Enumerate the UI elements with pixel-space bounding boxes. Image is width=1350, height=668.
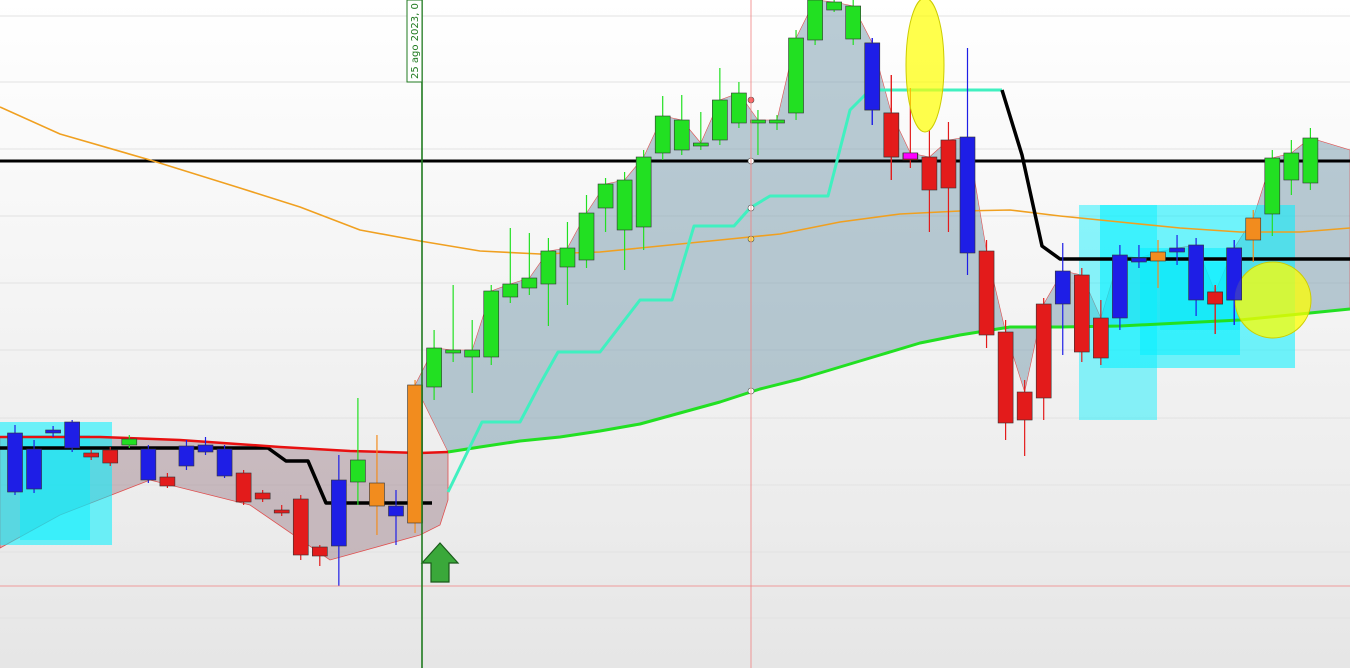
candle-body bbox=[1112, 254, 1128, 319]
candle-body bbox=[407, 384, 423, 524]
candle-body bbox=[483, 290, 500, 358]
candle-body bbox=[1169, 247, 1185, 253]
candle-body bbox=[331, 479, 347, 547]
candle-body bbox=[388, 505, 404, 517]
candle-body bbox=[1093, 317, 1109, 359]
candle-body bbox=[159, 476, 176, 487]
candle-body bbox=[464, 349, 481, 358]
candle-body bbox=[788, 37, 804, 114]
candle-body-magenta bbox=[903, 152, 918, 160]
highlight-ellipse bbox=[905, 0, 945, 133]
candle-body bbox=[692, 142, 709, 147]
candle-body bbox=[102, 449, 119, 464]
candle-body bbox=[731, 92, 747, 124]
candle bbox=[292, 495, 309, 560]
candle-body bbox=[1016, 391, 1033, 421]
candle-body bbox=[864, 42, 881, 111]
candle-body bbox=[502, 283, 519, 298]
candle-body bbox=[1245, 217, 1262, 241]
candle-body bbox=[559, 247, 576, 268]
candle-body bbox=[540, 250, 557, 285]
candle-body bbox=[826, 1, 842, 11]
candle-body bbox=[654, 115, 671, 154]
date-marker-label: 25 ago 2023, 0 bbox=[410, 3, 421, 79]
candle-body bbox=[807, 0, 823, 41]
candle-body bbox=[940, 139, 957, 189]
candle-body bbox=[1226, 247, 1242, 301]
candle-body bbox=[1264, 157, 1281, 215]
candle bbox=[997, 320, 1014, 440]
candlestick-chart[interactable]: 25 ago 2023, 0 bbox=[0, 0, 1350, 668]
candle-body bbox=[292, 498, 309, 556]
candle-body bbox=[616, 179, 633, 231]
candle-body bbox=[235, 472, 252, 503]
candle-body bbox=[578, 212, 595, 261]
candle bbox=[483, 285, 500, 365]
candle-body bbox=[1054, 270, 1071, 305]
candle-body bbox=[254, 492, 271, 500]
candle-body bbox=[83, 452, 99, 458]
candle bbox=[826, 0, 842, 12]
candle-body bbox=[921, 156, 938, 191]
candle-body bbox=[597, 183, 614, 209]
candle-body bbox=[216, 448, 233, 477]
candle-body bbox=[121, 438, 138, 446]
candle-body bbox=[750, 119, 766, 124]
candle bbox=[7, 425, 23, 495]
candle-body bbox=[369, 482, 385, 507]
candle-body bbox=[1302, 137, 1319, 184]
candle-body bbox=[45, 429, 61, 434]
candle-body bbox=[845, 5, 862, 40]
candle-body bbox=[959, 136, 976, 254]
candle-body bbox=[712, 99, 728, 141]
candle-body bbox=[197, 444, 214, 453]
candle-body bbox=[1207, 291, 1223, 305]
highlight-circle bbox=[1234, 261, 1312, 339]
candle-body bbox=[1150, 251, 1166, 262]
candle-body bbox=[178, 445, 195, 467]
candle-body bbox=[1131, 257, 1147, 263]
candle-body bbox=[426, 347, 442, 388]
candle bbox=[102, 447, 119, 466]
candle-body bbox=[635, 156, 652, 228]
candle bbox=[1112, 245, 1128, 330]
candle-body bbox=[1283, 152, 1300, 181]
candle-body bbox=[883, 112, 900, 158]
candle-body bbox=[273, 509, 290, 514]
candle-body bbox=[7, 432, 23, 493]
candle-body bbox=[521, 277, 538, 289]
candle bbox=[978, 240, 995, 348]
candle bbox=[216, 445, 233, 478]
candle-body bbox=[26, 448, 42, 490]
candle bbox=[407, 380, 423, 533]
candle-body bbox=[1074, 274, 1090, 353]
candle bbox=[64, 420, 80, 452]
candle bbox=[235, 470, 252, 505]
candle-body bbox=[445, 349, 461, 354]
candle bbox=[140, 445, 157, 483]
candle-body bbox=[673, 119, 690, 151]
candle-body bbox=[140, 448, 157, 481]
candle bbox=[788, 30, 804, 120]
candle-body bbox=[311, 546, 328, 557]
candle bbox=[845, 0, 862, 45]
candle-body bbox=[769, 119, 785, 124]
candle-body bbox=[997, 331, 1014, 424]
candle-body bbox=[350, 459, 366, 483]
candle-body bbox=[1035, 303, 1052, 399]
candle bbox=[807, 0, 823, 45]
candle-body bbox=[1188, 244, 1204, 301]
candle-body bbox=[978, 250, 995, 336]
candle bbox=[1074, 268, 1090, 362]
candle-body bbox=[64, 421, 80, 449]
